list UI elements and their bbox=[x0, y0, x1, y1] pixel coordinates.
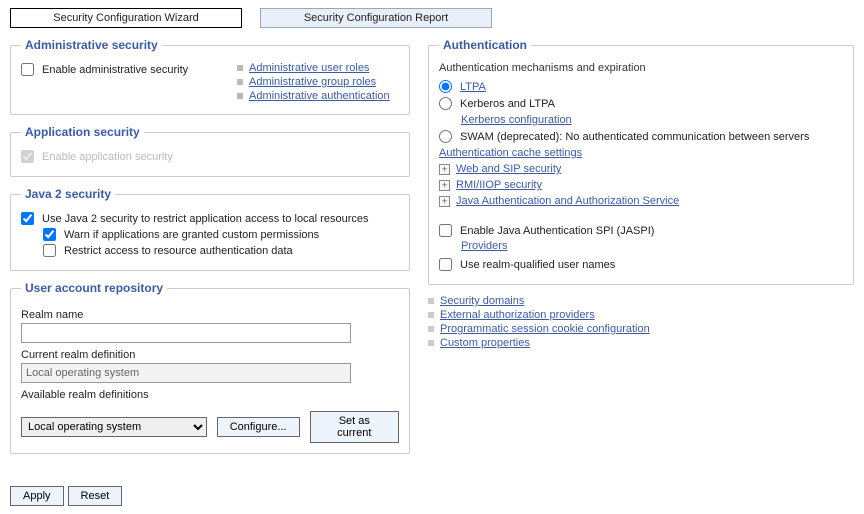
bullet-icon bbox=[237, 65, 243, 71]
custom-properties-link[interactable]: Custom properties bbox=[440, 337, 530, 349]
bullet-icon bbox=[237, 79, 243, 85]
bullet-icon bbox=[428, 312, 434, 318]
admin-user-roles-link[interactable]: Administrative user roles bbox=[249, 62, 369, 74]
user-account-repository-legend: User account repository bbox=[21, 281, 167, 295]
restrict-resource-auth-checkbox[interactable] bbox=[43, 244, 56, 257]
ltpa-radio[interactable] bbox=[439, 80, 452, 93]
realm-qualified-label: Use realm-qualified user names bbox=[460, 259, 615, 271]
set-as-current-button[interactable]: Set as current bbox=[310, 411, 399, 443]
prog-session-cookie-link[interactable]: Programmatic session cookie configuratio… bbox=[440, 323, 650, 335]
user-account-repository-group: User account repository Realm name Curre… bbox=[10, 281, 410, 454]
reset-button[interactable]: Reset bbox=[68, 486, 123, 506]
current-realm-label: Current realm definition bbox=[21, 349, 399, 361]
use-java2-security-label: Use Java 2 security to restrict applicat… bbox=[42, 213, 368, 225]
enable-admin-security-checkbox[interactable] bbox=[21, 63, 34, 76]
bullet-icon bbox=[428, 340, 434, 346]
administrative-security-legend: Administrative security bbox=[21, 38, 162, 52]
administrative-security-group: Administrative security Enable administr… bbox=[10, 38, 410, 115]
admin-group-roles-link[interactable]: Administrative group roles bbox=[249, 76, 376, 88]
jaas-expander[interactable]: + Java Authentication and Authorization … bbox=[439, 195, 843, 207]
web-sip-security-link[interactable]: Web and SIP security bbox=[456, 163, 561, 175]
realm-qualified-checkbox[interactable] bbox=[439, 258, 452, 271]
enable-admin-security-label: Enable administrative security bbox=[42, 64, 188, 76]
admin-authentication-link[interactable]: Administrative authentication bbox=[249, 90, 390, 102]
plus-icon: + bbox=[439, 196, 450, 207]
authentication-group: Authentication Authentication mechanisms… bbox=[428, 38, 854, 285]
enable-jaspi-label: Enable Java Authentication SPI (JASPI) bbox=[460, 225, 654, 237]
enable-jaspi-checkbox[interactable] bbox=[439, 224, 452, 237]
rmi-iiop-security-link[interactable]: RMI/IIOP security bbox=[456, 179, 542, 191]
bullet-icon bbox=[428, 326, 434, 332]
jaspi-providers-link[interactable]: Providers bbox=[461, 240, 507, 252]
kerberos-ltpa-label: Kerberos and LTPA bbox=[460, 98, 555, 110]
current-realm-field bbox=[21, 363, 351, 383]
auth-subheading: Authentication mechanisms and expiration bbox=[439, 62, 843, 74]
application-security-legend: Application security bbox=[21, 125, 144, 139]
java2-security-group: Java 2 security Use Java 2 security to r… bbox=[10, 187, 410, 271]
external-auth-providers-link[interactable]: External authorization providers bbox=[440, 309, 595, 321]
enable-app-security-checkbox bbox=[21, 150, 34, 163]
use-java2-security-checkbox[interactable] bbox=[21, 212, 34, 225]
swam-radio[interactable] bbox=[439, 130, 452, 143]
warn-custom-permissions-label: Warn if applications are granted custom … bbox=[64, 229, 319, 241]
security-domains-link[interactable]: Security domains bbox=[440, 295, 524, 307]
ltpa-link[interactable]: LTPA bbox=[460, 81, 486, 93]
available-realm-select[interactable]: Local operating system bbox=[21, 417, 207, 437]
web-sip-security-expander[interactable]: + Web and SIP security bbox=[439, 163, 843, 175]
rmi-iiop-security-expander[interactable]: + RMI/IIOP security bbox=[439, 179, 843, 191]
kerberos-config-link[interactable]: Kerberos configuration bbox=[461, 114, 572, 126]
tab-security-report[interactable]: Security Configuration Report bbox=[260, 8, 492, 28]
realm-name-label: Realm name bbox=[21, 309, 399, 321]
apply-button[interactable]: Apply bbox=[10, 486, 64, 506]
authentication-legend: Authentication bbox=[439, 38, 531, 52]
jaas-link[interactable]: Java Authentication and Authorization Se… bbox=[456, 195, 679, 207]
restrict-resource-auth-label: Restrict access to resource authenticati… bbox=[64, 245, 293, 257]
plus-icon: + bbox=[439, 164, 450, 175]
enable-app-security-label: Enable application security bbox=[42, 151, 173, 163]
bullet-icon bbox=[237, 93, 243, 99]
kerberos-ltpa-radio[interactable] bbox=[439, 97, 452, 110]
warn-custom-permissions-checkbox[interactable] bbox=[43, 228, 56, 241]
swam-label: SWAM (deprecated): No authenticated comm… bbox=[460, 131, 809, 143]
tab-security-wizard[interactable]: Security Configuration Wizard bbox=[10, 8, 242, 28]
available-realm-label: Available realm definitions bbox=[21, 389, 399, 401]
application-security-group: Application security Enable application … bbox=[10, 125, 410, 177]
bullet-icon bbox=[428, 298, 434, 304]
realm-name-input[interactable] bbox=[21, 323, 351, 343]
plus-icon: + bbox=[439, 180, 450, 191]
auth-cache-settings-link[interactable]: Authentication cache settings bbox=[439, 147, 582, 159]
configure-button[interactable]: Configure... bbox=[217, 417, 300, 437]
java2-security-legend: Java 2 security bbox=[21, 187, 115, 201]
